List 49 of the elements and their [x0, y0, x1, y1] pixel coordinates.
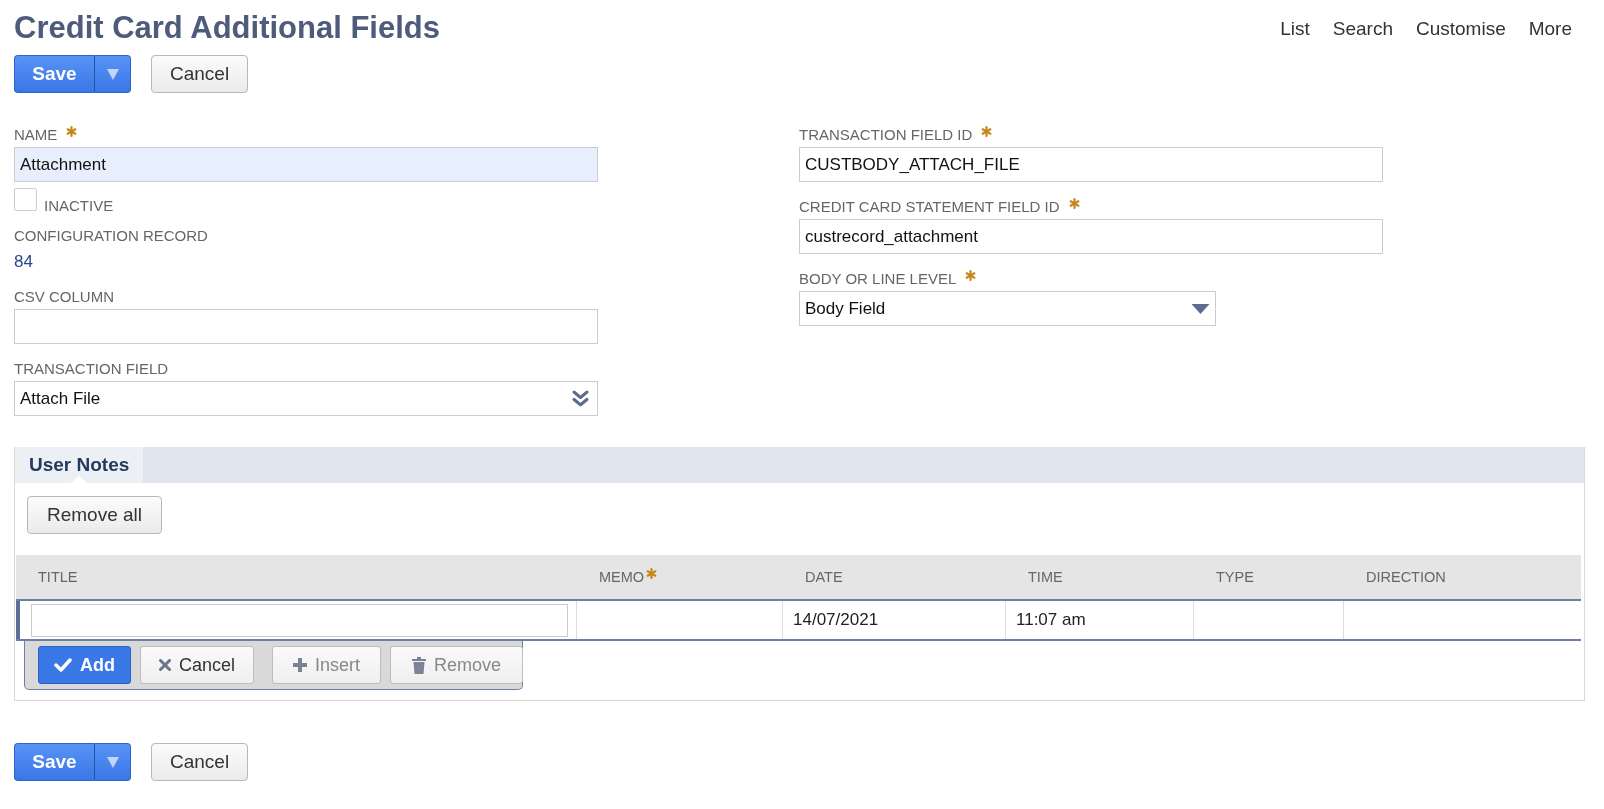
caret-icon: [106, 68, 119, 80]
dropdown-field[interactable]: Attach File: [14, 381, 598, 416]
field-label: NAME: [14, 126, 58, 144]
field-label: BODY OR LINE LEVEL: [799, 270, 957, 288]
nav-link[interactable]: Customise: [1415, 17, 1506, 41]
table-cell: 11:07 am: [1016, 610, 1086, 630]
close-icon: [159, 659, 171, 671]
cancel-button[interactable]: Cancel: [140, 646, 255, 684]
column-header: MEMO: [599, 568, 645, 586]
nav-link[interactable]: More: [1528, 17, 1572, 41]
double-chevron-icon: [572, 390, 589, 407]
remove-all-button[interactable]: Remove all: [27, 496, 163, 534]
field-label: TRANSACTION FIELD ID: [799, 126, 973, 144]
field-label: CSV COLUMN: [14, 288, 114, 306]
column-header: TIME: [1028, 568, 1063, 586]
subtab[interactable]: User Notes: [15, 447, 144, 483]
save-button[interactable]: Save: [14, 55, 94, 93]
save-menu-button[interactable]: [94, 55, 131, 93]
table-row[interactable]: 14/07/2021 11:07 am: [16, 599, 1581, 641]
cancel-button[interactable]: Cancel: [151, 55, 249, 93]
plus-icon: [293, 658, 308, 672]
dropdown-arrow-icon: [1191, 303, 1210, 314]
record-link[interactable]: 84: [14, 252, 33, 272]
nav-link[interactable]: List: [1280, 17, 1310, 41]
page-title: Credit Card Additional Fields: [14, 9, 440, 46]
text-field[interactable]: custrecord_attachment: [799, 219, 1383, 254]
check-icon: [54, 658, 72, 672]
caret-icon: [106, 756, 119, 768]
cancel-button[interactable]: Cancel: [151, 743, 249, 781]
text-field[interactable]: CUSTBODY_ATTACH_FILE: [799, 147, 1383, 182]
title-input-field[interactable]: [31, 603, 568, 637]
field-label: CONFIGURATION RECORD: [14, 227, 208, 245]
checkbox-label: INACTIVE: [44, 197, 114, 215]
field-label: CREDIT CARD STATEMENT FIELD ID: [799, 198, 1060, 216]
add-button[interactable]: Add: [38, 646, 131, 684]
save-menu-button[interactable]: [94, 743, 131, 781]
column-header: DIRECTION: [1366, 568, 1446, 586]
text-field[interactable]: Attachment: [14, 147, 598, 182]
column-header: DATE: [805, 568, 843, 586]
trash-icon: [412, 656, 427, 674]
column-header: TITLE: [38, 568, 78, 586]
field-label: TRANSACTION FIELD: [14, 360, 169, 378]
table-cell: 14/07/2021: [793, 610, 879, 630]
save-button[interactable]: Save: [14, 743, 94, 781]
text-field[interactable]: [14, 309, 598, 344]
column-header: TYPE: [1216, 568, 1254, 586]
nav-link[interactable]: Search: [1332, 17, 1393, 41]
dropdown-field[interactable]: Body Field: [799, 291, 1216, 326]
checkbox[interactable]: [14, 188, 37, 211]
